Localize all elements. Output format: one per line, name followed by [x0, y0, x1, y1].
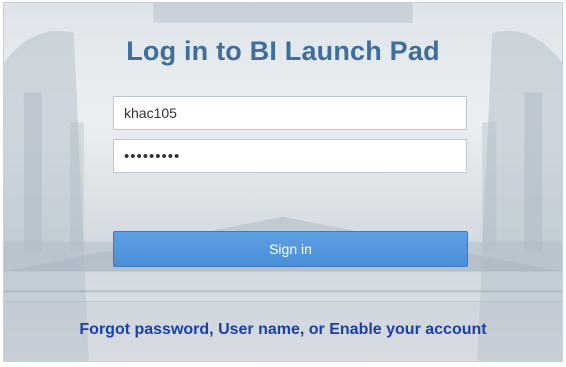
username-field[interactable]	[113, 96, 467, 130]
sign-in-button[interactable]: Sign in	[113, 231, 468, 267]
forgot-password-link[interactable]: Forgot password, User name, or Enable yo…	[4, 321, 562, 339]
page-title: Log in to BI Launch Pad	[126, 36, 440, 66]
password-field[interactable]	[113, 139, 467, 173]
login-panel: Log in to BI Launch Pad Sign in Forgot p…	[3, 2, 563, 362]
